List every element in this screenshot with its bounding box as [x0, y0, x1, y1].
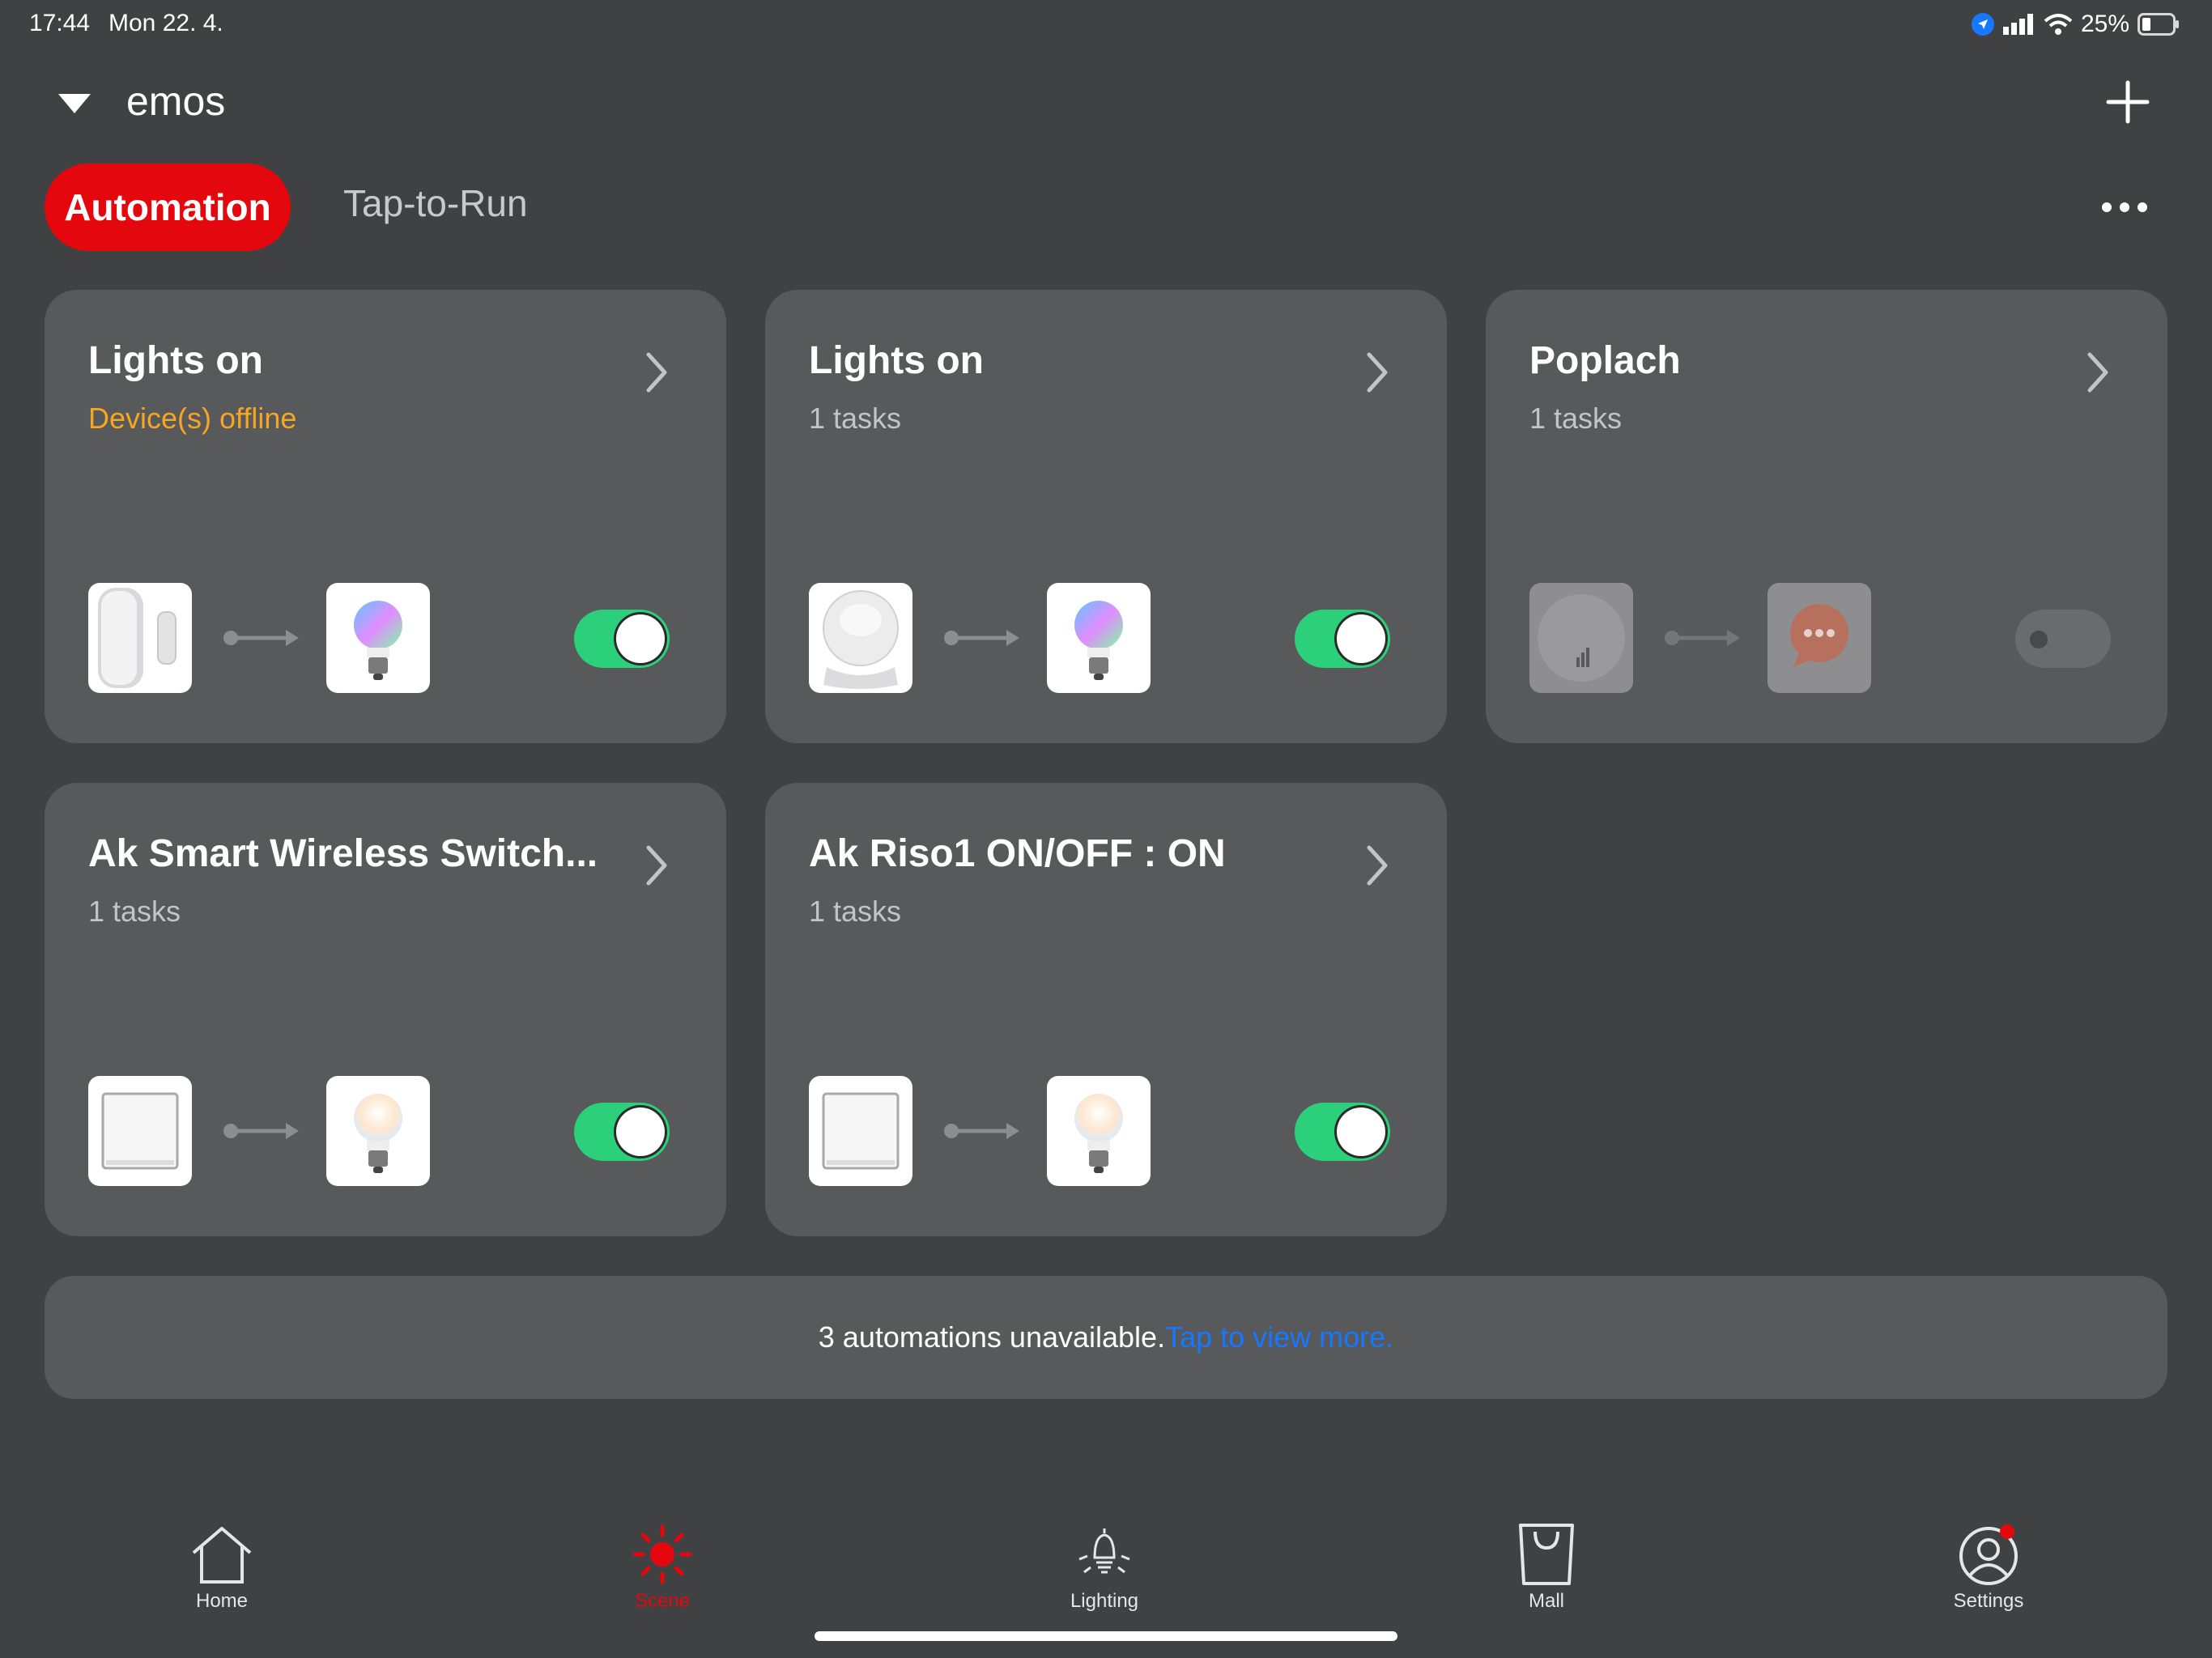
automation-toggle[interactable] [1295, 1103, 1390, 1161]
nav-mall-label: Mall [1528, 1590, 1564, 1612]
arrow-right-icon [944, 1123, 1019, 1139]
automation-toggle[interactable] [574, 1103, 670, 1161]
nav-lighting-label: Lighting [1070, 1590, 1139, 1612]
wall-switch-icon [88, 1076, 192, 1186]
battery-percent: 25% [2080, 11, 2129, 37]
message-icon [1767, 583, 1871, 693]
location-icon [1971, 13, 1994, 36]
status-date: Mon 22. 4. [108, 10, 223, 36]
automation-card[interactable]: Ak Riso1 ON/OFF : ON 1 tasks [765, 783, 1447, 1236]
card-title: Lights on [88, 339, 263, 382]
motion-sensor-icon [809, 583, 912, 693]
chevron-right-icon[interactable] [640, 841, 673, 890]
unavailable-text: 3 automations unavailable. [818, 1320, 1166, 1354]
nav-scene-label: Scene [634, 1590, 691, 1612]
card-status: Device(s) offline [88, 402, 297, 435]
chevron-right-icon[interactable] [640, 348, 673, 397]
tab-tap-to-run[interactable]: Tap-to-Run [343, 181, 528, 225]
chevron-right-icon[interactable] [2082, 348, 2114, 397]
home-indicator[interactable] [815, 1631, 1397, 1641]
chevron-right-icon[interactable] [1361, 348, 1393, 397]
status-time: 17:44 [29, 10, 91, 36]
card-subtitle: 1 tasks [809, 402, 902, 435]
arrow-right-icon [1665, 630, 1740, 646]
door-sensor-icon [88, 583, 192, 693]
status-icons: 25% [1971, 8, 2180, 40]
automation-toggle[interactable] [2015, 610, 2111, 668]
nav-lighting[interactable]: Lighting [1040, 1522, 1169, 1619]
automation-card[interactable]: Poplach 1 tasks [1486, 290, 2167, 743]
card-title: Poplach [1529, 339, 1681, 382]
home-name[interactable]: emos [126, 78, 225, 125]
wifi-icon [2044, 14, 2073, 35]
automation-card[interactable]: Lights on 1 tasks [765, 290, 1447, 743]
card-subtitle: 1 tasks [1529, 402, 1623, 435]
card-subtitle: 1 tasks [809, 895, 902, 928]
automation-toggle[interactable] [574, 610, 670, 668]
nav-scene[interactable]: Scene [598, 1522, 727, 1619]
nav-settings-label: Settings [1953, 1590, 2024, 1612]
cellular-signal-icon [2002, 14, 2033, 35]
unavailable-banner[interactable]: 3 automations unavailable. Tap to view m… [45, 1276, 2167, 1399]
add-icon[interactable] [2104, 78, 2152, 126]
warm-bulb-icon [1047, 1076, 1151, 1186]
automation-card[interactable]: Lights on Device(s) offline [45, 290, 726, 743]
nav-home-label: Home [195, 1590, 249, 1612]
lighting-bulb-icon [1078, 1528, 1130, 1574]
smart-plug-icon [1529, 583, 1633, 693]
home-icon [192, 1527, 252, 1584]
nav-settings[interactable]: Settings [1924, 1522, 2053, 1619]
card-title: Ak Smart Wireless Switch... [88, 832, 598, 875]
tab-automation[interactable]: Automation [45, 164, 291, 251]
rgb-bulb-icon [326, 583, 430, 693]
nav-mall[interactable]: Mall [1482, 1522, 1611, 1619]
warm-bulb-icon [326, 1076, 430, 1186]
card-title: Lights on [809, 339, 984, 382]
more-options-icon[interactable] [2102, 191, 2155, 223]
card-title: Ak Riso1 ON/OFF : ON [809, 832, 1226, 875]
rgb-bulb-icon [1047, 583, 1151, 693]
automation-toggle[interactable] [1295, 610, 1390, 668]
nav-home[interactable]: Home [157, 1522, 287, 1619]
scene-sun-icon [632, 1524, 692, 1584]
card-subtitle: 1 tasks [88, 895, 181, 928]
wall-switch-icon [809, 1076, 912, 1186]
automation-card[interactable]: Ak Smart Wireless Switch... 1 tasks [45, 783, 726, 1236]
arrow-right-icon [944, 630, 1019, 646]
arrow-right-icon [223, 630, 299, 646]
view-more-link[interactable]: Tap to view more. [1165, 1320, 1393, 1354]
chevron-right-icon[interactable] [1361, 841, 1393, 890]
arrow-right-icon [223, 1123, 299, 1139]
battery-icon [2138, 13, 2179, 36]
home-dropdown-icon[interactable] [57, 91, 92, 117]
profile-icon [1959, 1524, 2018, 1585]
shopping-bag-icon [1519, 1524, 1574, 1585]
